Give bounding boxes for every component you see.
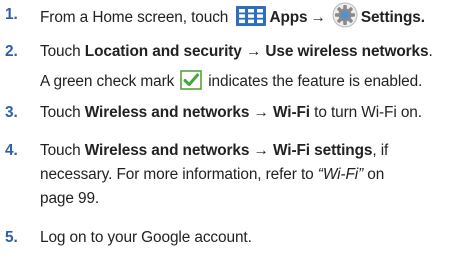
step-4-intro: Touch	[40, 142, 81, 159]
arrow: →	[253, 142, 269, 159]
arrow: →	[253, 104, 269, 121]
step-text: Log on to your Google account.	[40, 229, 252, 246]
note-outro: indicates the feature is enabled.	[208, 73, 423, 91]
step-2-intro: Touch	[40, 43, 81, 60]
step-number: 4.	[5, 142, 18, 159]
arrow: →	[310, 9, 326, 27]
step-4-line-2-outro: on	[367, 166, 385, 183]
menu-wifi-settings: Wi-Fi settings	[273, 142, 373, 159]
step-text: Touch Wireless and networks → Wi-Fi to t…	[40, 103, 422, 122]
arrow: →	[245, 43, 262, 60]
step-text: Touch Location and security → Use wirele…	[40, 42, 433, 61]
step-1-intro: From a Home screen, touch	[40, 9, 229, 27]
step-text: necessary. For more information, refer t…	[40, 165, 384, 184]
period: .	[428, 43, 433, 60]
menu-location-security: Location and security	[84, 43, 242, 60]
step-number: 5.	[5, 229, 18, 246]
step-4-line-2-intro: necessary. For more information, refer t…	[40, 166, 314, 183]
menu-wifi: Wi-Fi	[273, 104, 310, 121]
apps-label: Apps	[269, 9, 308, 27]
wifi-reference: “Wi-Fi”	[317, 166, 364, 183]
menu-wireless-networks: Wireless and networks	[84, 104, 250, 121]
step-text: Touch Wireless and networks → Wi-Fi sett…	[40, 141, 388, 160]
menu-wireless-networks: Wireless and networks	[84, 142, 250, 159]
step-number: 1.	[5, 6, 18, 23]
step-number: 3.	[5, 104, 18, 121]
settings-gear-icon	[332, 2, 358, 28]
step-text: From a Home screen, touch Apps → Setting…	[40, 2, 425, 31]
step-3-intro: Touch	[40, 104, 81, 121]
step-3-outro: to turn Wi-Fi on.	[314, 104, 422, 121]
settings-label: Settings.	[360, 9, 425, 27]
note-intro: A green check mark	[40, 73, 175, 91]
menu-use-wireless-networks: Use wireless networks	[265, 43, 429, 60]
step-4-outro: , if	[372, 142, 389, 159]
instruction-list: 1. From a Home screen, touch Apps → Sett…	[0, 0, 470, 265]
page-reference: page 99.	[40, 190, 100, 207]
apps-grid-icon	[236, 6, 267, 26]
note-text: A green check mark indicates the feature…	[40, 70, 423, 92]
step-number: 2.	[5, 43, 18, 60]
green-check-icon	[180, 70, 203, 90]
